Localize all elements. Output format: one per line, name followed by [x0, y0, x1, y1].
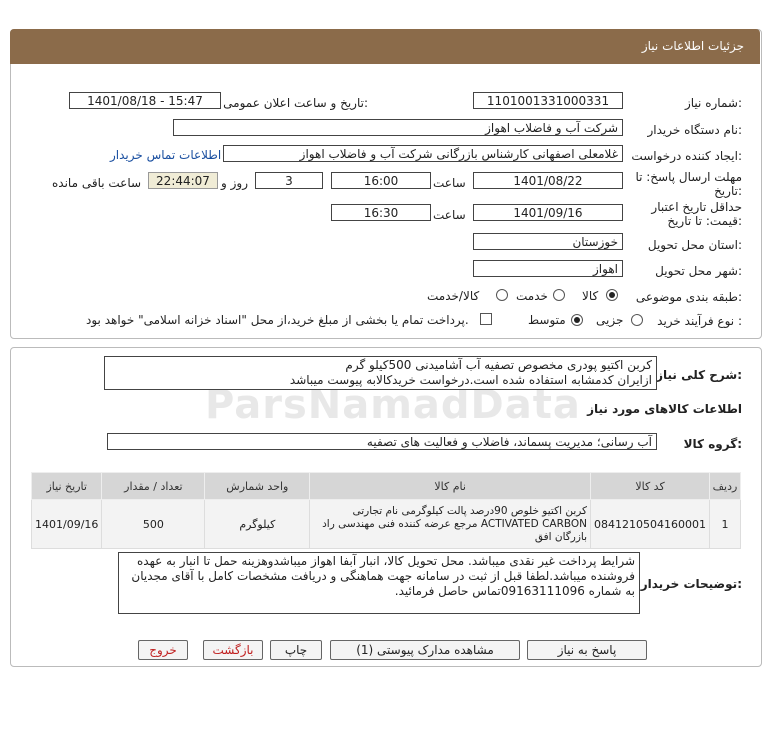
cell-unit: کیلوگرم [204, 499, 311, 549]
table-row: 1 0841210504160001 کربن اکتیو خلوص 90درص… [30, 499, 741, 549]
buyer-contact-link[interactable]: اطلاعات تماس خریدار [110, 148, 221, 162]
category-radio-goods-service[interactable] [496, 289, 508, 301]
announce-field: 1401/08/18 - 15:47 [69, 92, 221, 109]
col-header-row: ردیف [709, 472, 741, 500]
province-label: استان محل تحویل: [647, 238, 742, 252]
remaining-time-field: 22:44:07 [148, 172, 218, 189]
process-option-medium: متوسط [528, 313, 566, 327]
deadline-days-label: روز و [221, 176, 248, 190]
notes-text: شرایط پرداخت غیر نقدی میباشد. محل تحویل … [118, 552, 640, 614]
creator-label: ایجاد کننده درخواست: [631, 149, 742, 163]
deadline-label-2: تاریخ: [714, 184, 742, 198]
back-button[interactable]: بازگشت [203, 640, 263, 660]
deadline-time-field: 16:00 [331, 172, 431, 189]
page-title: جزئیات اطلاعات نیاز [641, 39, 744, 53]
goods-table: ردیف کد کالا نام کالا واحد شمارش تعداد /… [30, 472, 741, 549]
buyer-field: شرکت آب و فاضلاب اهواز [173, 119, 623, 136]
buyer-label: نام دستگاه خریدار: [647, 123, 743, 137]
deadline-date-field: 1401/08/22 [473, 172, 623, 189]
need-number-field: 1101001331000331 [473, 92, 623, 109]
col-header-unit: واحد شمارش [204, 472, 311, 500]
city-field: اهواز [473, 260, 623, 277]
view-attachments-button[interactable]: مشاهده مدارک پیوستی (1) [330, 640, 520, 660]
validity-date-field: 1401/09/16 [473, 204, 623, 221]
deadline-time-label: ساعت [433, 176, 466, 190]
exit-button[interactable]: خروج [138, 640, 188, 660]
remaining-label: ساعت باقی مانده [52, 176, 142, 190]
validity-label-2: قیمت: تا تاریخ: [667, 214, 742, 228]
cell-row: 1 [709, 499, 741, 549]
cell-qty: 500 [101, 499, 206, 549]
need-number-label: شماره نیاز: [684, 96, 742, 110]
category-option-goods: کالا [582, 289, 599, 303]
deadline-label-1: مهلت ارسال پاسخ: تا [635, 170, 742, 184]
header-bar: جزئیات اطلاعات نیاز [10, 29, 760, 64]
summary-text: کربن اکتیو پودری مخصوص تصفیه آب آشامیدنی… [104, 356, 657, 390]
cell-date: 1401/09/16 [30, 499, 103, 549]
announce-label: تاریخ و ساعت اعلان عمومی: [223, 96, 368, 110]
goods-group-field: آب رسانی؛ مدیریت پسماند، فاضلاب و فعالیت… [107, 433, 657, 450]
process-label: نوع فرآیند خرید : [657, 314, 742, 328]
category-radio-service[interactable] [553, 289, 565, 301]
category-option-goods-service: کالا/خدمت [427, 289, 480, 303]
treasury-payment-checkbox[interactable] [480, 313, 492, 325]
category-option-service: خدمت [516, 289, 548, 303]
reply-button[interactable]: پاسخ به نیاز [527, 640, 647, 660]
print-button[interactable]: چاپ [270, 640, 322, 660]
province-field: خوزستان [473, 233, 623, 250]
cell-name: کربن اکتیو خلوص 90درصد پالت کیلوگرمی نام… [309, 499, 592, 549]
cell-code: 0841210504160001 [590, 499, 711, 549]
col-header-code: کد کالا [590, 472, 711, 500]
category-label: طبقه بندی موضوعی: [635, 290, 742, 304]
summary-label: شرح کلی نیاز: [656, 368, 742, 382]
col-header-date: تاریخ نیاز [30, 472, 103, 500]
process-radio-medium[interactable] [571, 314, 583, 326]
col-header-qty: تعداد / مقدار [101, 472, 206, 500]
treasury-payment-note: پرداخت تمام یا بخشی از مبلغ خرید،از محل … [86, 313, 469, 327]
validity-time-label: ساعت [433, 208, 466, 222]
category-radio-goods[interactable] [606, 289, 618, 301]
notes-label: توضیحات خریدار: [640, 577, 742, 591]
goods-info-title: اطلاعات کالاهای مورد نیاز [587, 402, 742, 416]
process-option-minor: جزیی [596, 313, 624, 327]
creator-field: غلامعلی اصفهانی کارشناس بازرگانی شرکت آب… [223, 145, 623, 162]
col-header-name: نام کالا [309, 472, 592, 500]
validity-time-field: 16:30 [331, 204, 431, 221]
process-radio-minor[interactable] [631, 314, 643, 326]
city-label: شهر محل تحویل: [655, 264, 742, 278]
validity-label-1: حداقل تاریخ اعتبار [651, 200, 742, 214]
deadline-days-field: 3 [255, 172, 323, 189]
goods-group-label: گروه کالا: [683, 437, 742, 451]
